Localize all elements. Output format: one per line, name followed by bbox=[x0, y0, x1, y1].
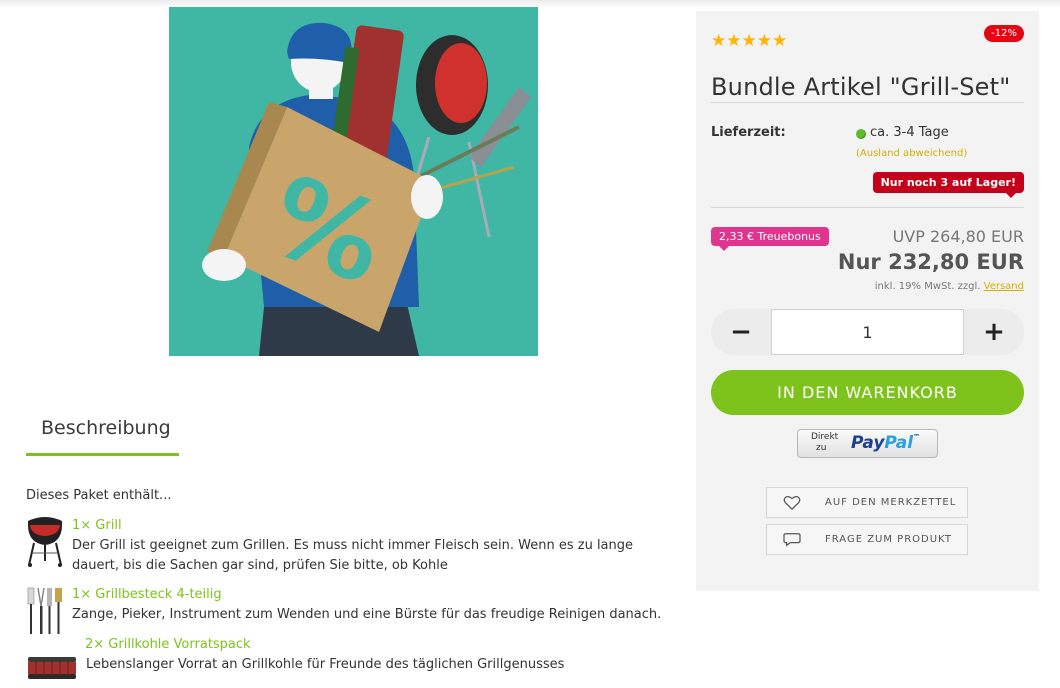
availability-dot-icon bbox=[856, 129, 866, 139]
quantity-stepper: − + bbox=[711, 309, 1024, 355]
star-icon: ★ bbox=[756, 31, 772, 51]
paypal-zu-text: zu bbox=[816, 443, 827, 453]
wishlist-label: AUF DEN MERKZETTEL bbox=[825, 497, 957, 508]
stock-badge: Nur noch 3 auf Lager! bbox=[872, 172, 1024, 198]
star-icon: ★ bbox=[741, 31, 757, 51]
star-icon: ★ bbox=[772, 31, 788, 51]
speech-bubble-icon bbox=[783, 533, 801, 547]
bundle-item-text: Der Grill ist geeignet zum Grillen. Es m… bbox=[72, 538, 634, 573]
add-to-cart-button[interactable]: IN DEN WARENKORB bbox=[711, 370, 1024, 415]
tax-info: inkl. 19% MwSt. zzgl. Versand bbox=[875, 281, 1024, 292]
quantity-increase-button[interactable]: + bbox=[964, 309, 1024, 355]
rating-stars[interactable]: ★ ★ ★ ★ ★ bbox=[711, 33, 787, 50]
paypal-logo-pal: Pal bbox=[884, 433, 914, 453]
shipping-link[interactable]: Versand bbox=[984, 281, 1024, 292]
bundle-item-text: Zange, Pieker, Instrument zum Wenden und… bbox=[72, 607, 662, 622]
kettle-grill-icon bbox=[28, 517, 62, 567]
bundle-item-text: Lebenslanger Vorrat an Grillkohle für Fr… bbox=[86, 657, 565, 672]
paypal-express-button[interactable]: Direkt zu PayPal™ bbox=[797, 429, 938, 458]
quantity-input[interactable] bbox=[771, 309, 964, 355]
paypal-logo: PayPal™ bbox=[851, 433, 920, 453]
tax-text: inkl. 19% MwSt. zzgl. bbox=[874, 281, 981, 292]
divider bbox=[711, 102, 1024, 103]
bundle-item-title[interactable]: 2× Grillkohle Vorratspack bbox=[85, 637, 251, 652]
discount-badge: -12% bbox=[984, 25, 1024, 42]
paypal-direct-label: Direkt zu bbox=[811, 432, 838, 454]
product-title: Bundle Artikel "Grill-Set" bbox=[711, 73, 1011, 101]
tab-description-label: Beschreibung bbox=[41, 417, 171, 439]
product-question-button[interactable]: FRAGE ZUM PRODUKT bbox=[766, 524, 968, 555]
buybox: ★ ★ ★ ★ ★ -12% Bundle Artikel "Grill-Set… bbox=[696, 11, 1039, 591]
bundle-item: 1× Grillbesteck 4-teilig Zange, Pieker, … bbox=[26, 586, 666, 638]
bundle-item: 2× Grillkohle Vorratspack Lebenslanger V… bbox=[26, 636, 666, 680]
bundle-item: 1× Grill Der Grill ist geeignet zum Gril… bbox=[26, 515, 666, 573]
tab-description[interactable]: Beschreibung bbox=[26, 408, 179, 456]
paypal-direct-text: Direkt bbox=[811, 432, 839, 442]
grill-tools-icon bbox=[27, 587, 62, 634]
quantity-decrease-button[interactable]: − bbox=[711, 309, 771, 355]
bundle-item-title[interactable]: 1× Grillbesteck 4-teilig bbox=[72, 587, 222, 602]
charcoal-pack-icon bbox=[28, 657, 76, 679]
delivery-time: ca. 3-4 Tage bbox=[870, 125, 949, 140]
product-image[interactable]: % bbox=[169, 7, 538, 356]
heart-icon bbox=[783, 495, 801, 511]
delivery-abroad-note: (Ausland abweichend) bbox=[856, 148, 968, 159]
delivery-label: Lieferzeit: bbox=[711, 125, 786, 140]
divider bbox=[711, 207, 1024, 208]
loyalty-bonus-badge: 2,33 € Treuebonus bbox=[711, 227, 829, 251]
star-icon: ★ bbox=[726, 31, 742, 51]
current-price: Nur 232,80 EUR bbox=[837, 250, 1024, 274]
bundle-item-title[interactable]: 1× Grill bbox=[72, 518, 122, 533]
uvp-price: UVP 264,80 EUR bbox=[892, 227, 1024, 246]
star-icon: ★ bbox=[711, 31, 727, 51]
wishlist-button[interactable]: AUF DEN MERKZETTEL bbox=[766, 487, 968, 518]
product-question-label: FRAGE ZUM PRODUKT bbox=[825, 534, 952, 545]
paypal-trademark: ™ bbox=[913, 433, 921, 441]
paypal-logo-pay: Pay bbox=[851, 433, 885, 453]
description-intro: Dieses Paket enthält... bbox=[26, 488, 172, 503]
